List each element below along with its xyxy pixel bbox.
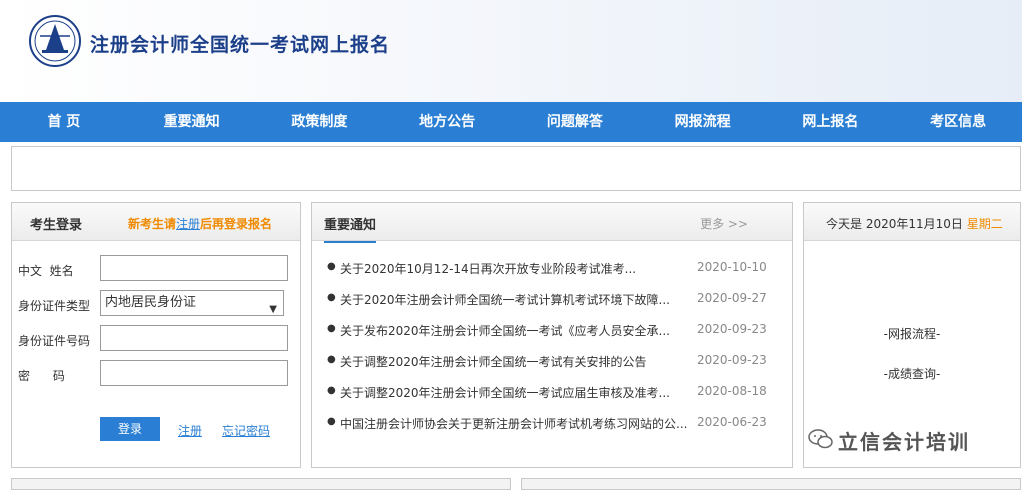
news-link[interactable]: 关于发布2020年注册会计师全国统一考试《应考人员安全承...: [340, 322, 690, 339]
idnum-label: 身份证件号码: [18, 334, 91, 348]
news-date: 2020-09-23: [697, 353, 767, 367]
news-link[interactable]: 关于调整2020年注册会计师全国统一考试应届生审核及准考...: [340, 384, 690, 401]
news-panel: 重要通知 更多 >> ● 关于2020年10月12-14日再次开放专业阶段考试准…: [311, 202, 793, 468]
password-input[interactable]: [100, 360, 288, 386]
hint-register-link[interactable]: 注册: [176, 217, 200, 231]
idtype-row: 身份证件类型 内地居民身份证 ▼: [12, 290, 302, 320]
bullet-icon: ●: [327, 354, 336, 365]
news-date: 2020-09-27: [697, 291, 767, 305]
today-date: 今天是 2020年11月10日 星期二: [826, 215, 1003, 232]
bullet-icon: ●: [327, 416, 336, 427]
news-date: 2020-08-18: [697, 384, 767, 398]
name-label: 中文 姓名: [18, 264, 74, 278]
login-title: 考生登录: [30, 218, 83, 233]
nav-item-register[interactable]: 网上报名: [767, 102, 895, 142]
news-title: 重要通知: [324, 214, 377, 243]
nav-item-home[interactable]: 首 页: [0, 102, 128, 142]
process-link[interactable]: -网报流程-: [804, 325, 1020, 342]
idnum-row: 身份证件号码: [12, 325, 302, 355]
register-link[interactable]: 注册: [178, 422, 202, 439]
name-input[interactable]: [100, 255, 288, 281]
news-date: 2020-10-10: [697, 260, 767, 274]
forgot-password-link[interactable]: 忘记密码: [222, 422, 270, 439]
list-item: ● 关于发布2020年注册会计师全国统一考试《应考人员安全承... 2020-0…: [312, 317, 792, 348]
bottom-panel-right: [521, 478, 1021, 490]
login-panel: 考生登录 新考生请注册后再登录报名 中文 姓名 身份证件类型 内地居民身份证 ▼…: [11, 202, 301, 468]
news-panel-header: 重要通知 更多 >>: [312, 203, 792, 243]
news-link[interactable]: 关于2020年注册会计师全国统一考试计算机考试环境下故障...: [340, 291, 690, 308]
login-hint: 新考生请注册后再登录报名: [128, 215, 272, 232]
wechat-icon: [808, 429, 833, 449]
nav-item-process[interactable]: 网报流程: [639, 102, 767, 142]
news-link[interactable]: 关于2020年10月12-14日再次开放专业阶段考试准考...: [340, 260, 690, 277]
login-panel-header: 考生登录 新考生请注册后再登录报名: [12, 203, 300, 241]
news-more-link[interactable]: 更多 >>: [700, 215, 748, 232]
idnum-input[interactable]: [100, 325, 288, 351]
list-item: ● 关于2020年10月12-14日再次开放专业阶段考试准考... 2020-1…: [312, 255, 792, 286]
bullet-icon: ●: [327, 385, 336, 396]
news-link[interactable]: 中国注册会计师协会关于更新注册会计师考试机考练习网站的公...: [340, 415, 690, 432]
score-query-link[interactable]: -成绩查询-: [804, 365, 1020, 382]
nav-item-notices[interactable]: 重要通知: [128, 102, 256, 142]
date-panel-header: 今天是 2020年11月10日 星期二: [804, 203, 1020, 241]
idtype-value: 内地居民身份证: [105, 295, 197, 310]
password-label: 密 码: [18, 369, 65, 383]
site-header: 注册会计师全国统一考试网上报名: [0, 0, 1022, 102]
hint-prefix: 新考生请: [128, 217, 177, 231]
nav-item-policy[interactable]: 政策制度: [256, 102, 384, 142]
main-nav: 首 页 重要通知 政策制度 地方公告 问题解答 网报流程 网上报名 考区信息: [0, 102, 1022, 142]
news-date: 2020-06-23: [697, 415, 767, 429]
nav-item-faq[interactable]: 问题解答: [511, 102, 639, 142]
date-prefix: 今天是 2020年11月10日: [826, 217, 963, 231]
list-item: ● 关于调整2020年注册会计师全国统一考试有关安排的公告 2020-09-23: [312, 348, 792, 379]
cicpa-logo-icon: [29, 15, 81, 67]
bullet-icon: ●: [327, 261, 336, 272]
nav-item-local[interactable]: 地方公告: [383, 102, 511, 142]
news-link[interactable]: 关于调整2020年注册会计师全国统一考试有关安排的公告: [340, 353, 690, 370]
hint-suffix: 后再登录报名: [200, 217, 273, 231]
idtype-select[interactable]: 内地居民身份证 ▼: [100, 290, 284, 316]
list-item: ● 中国注册会计师协会关于更新注册会计师考试机考练习网站的公... 2020-0…: [312, 410, 792, 441]
weekday: 星期二: [966, 217, 1003, 231]
news-date: 2020-09-23: [697, 322, 767, 336]
password-row: 密 码: [12, 360, 302, 390]
login-button[interactable]: 登录: [100, 417, 160, 441]
chevron-down-icon: ▼: [269, 304, 277, 315]
bullet-icon: ●: [327, 323, 336, 334]
nav-item-regions[interactable]: 考区信息: [894, 102, 1022, 142]
news-list: ● 关于2020年10月12-14日再次开放专业阶段考试准考... 2020-1…: [312, 255, 792, 441]
idtype-label: 身份证件类型: [18, 299, 91, 313]
list-item: ● 关于2020年注册会计师全国统一考试计算机考试环境下故障... 2020-0…: [312, 286, 792, 317]
watermark-text: 立信会计培训: [838, 430, 970, 454]
list-item: ● 关于调整2020年注册会计师全国统一考试应届生审核及准考... 2020-0…: [312, 379, 792, 410]
banner-area: [11, 146, 1021, 191]
bullet-icon: ●: [327, 292, 336, 303]
page-title: 注册会计师全国统一考试网上报名: [90, 34, 391, 56]
bottom-panel-left: [11, 478, 511, 490]
name-row: 中文 姓名: [12, 255, 302, 285]
